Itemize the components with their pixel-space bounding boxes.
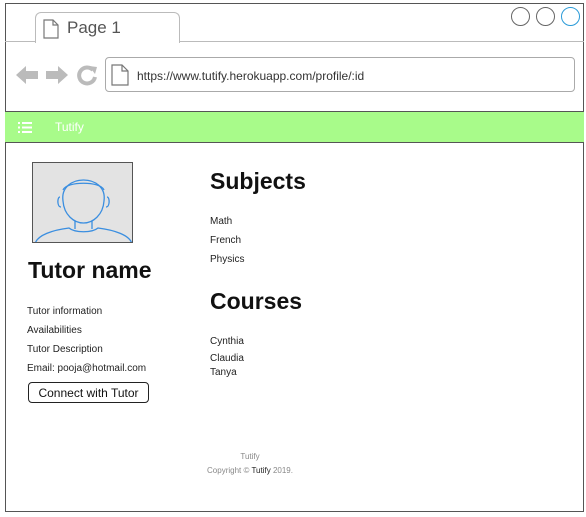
tutor-info-text: Tutor information	[27, 306, 103, 317]
browser-tab[interactable]: Page 1	[35, 12, 180, 43]
subject-item: Physics	[210, 254, 245, 265]
tab-title: Page 1	[67, 18, 121, 37]
course-item: Tanya	[210, 367, 237, 378]
copyright-prefix: Copyright ©	[207, 466, 252, 475]
footer-brand: Tutify	[240, 452, 260, 461]
copyright-suffix: 2019.	[270, 466, 293, 475]
app-navbar: Tutify	[5, 112, 584, 143]
tutor-email-text: Email: pooja@hotmail.com	[27, 363, 147, 374]
courses-heading: Courses	[210, 288, 303, 314]
url-field[interactable]: https://www.tutify.herokuapp.com/profile…	[105, 57, 575, 92]
tutor-name-heading: Tutor name	[28, 257, 152, 283]
course-item: Claudia	[210, 353, 244, 364]
window-button-minimize[interactable]	[511, 7, 530, 26]
forward-arrow-icon[interactable]	[46, 64, 68, 86]
brand-link[interactable]: Tutify	[55, 120, 84, 134]
reload-icon[interactable]	[76, 64, 98, 86]
footer-copyright: Copyright © Tutify 2019.	[0, 466, 500, 475]
hamburger-menu-icon[interactable]	[18, 122, 32, 133]
url-text: https://www.tutify.herokuapp.com/profile…	[137, 69, 365, 83]
page-icon	[43, 19, 59, 39]
window-button-maximize[interactable]	[536, 7, 555, 26]
window-button-close[interactable]	[561, 7, 580, 26]
user-avatar-icon	[35, 179, 132, 242]
avatar	[32, 162, 133, 243]
connect-with-tutor-button[interactable]: Connect with Tutor	[28, 382, 149, 403]
course-item: Cynthia	[210, 336, 244, 347]
tutor-description-text: Tutor Description	[27, 344, 103, 355]
copyright-brand-link[interactable]: Tutify	[251, 466, 270, 475]
subject-item: Math	[210, 216, 233, 227]
subject-item: French	[210, 235, 242, 246]
page-icon	[111, 64, 129, 86]
back-arrow-icon[interactable]	[16, 64, 38, 86]
availabilities-text: Availabilities	[27, 325, 82, 336]
subjects-heading: Subjects	[210, 168, 306, 194]
